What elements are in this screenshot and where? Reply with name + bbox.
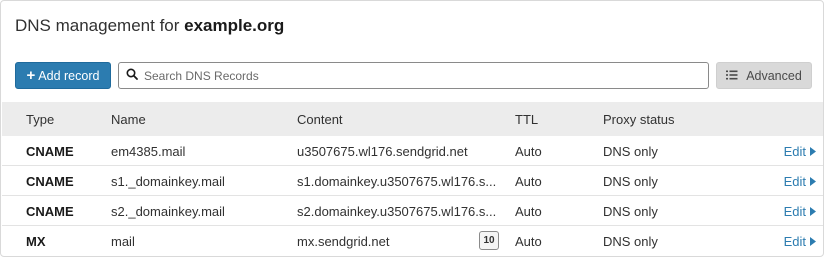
caret-right-icon xyxy=(810,204,816,219)
record-content: u3507675.wl176.sendgrid.net xyxy=(297,144,468,159)
caret-right-icon xyxy=(810,174,816,189)
col-content: Content xyxy=(297,112,343,127)
record-name: em4385.mail xyxy=(111,144,186,159)
title-prefix: DNS management for xyxy=(15,16,180,35)
search-input[interactable] xyxy=(144,68,684,83)
record-proxy-status: DNS only xyxy=(603,204,658,219)
record-content: mx.sendgrid.net xyxy=(297,234,390,249)
edit-label: Edit xyxy=(783,204,806,219)
record-type: MX xyxy=(26,234,46,249)
record-proxy-status: DNS only xyxy=(603,234,658,249)
record-name: mail xyxy=(111,234,135,249)
edit-link[interactable]: Edit xyxy=(784,144,816,159)
record-name: s1._domainkey.mail xyxy=(111,174,225,189)
edit-link[interactable]: Edit xyxy=(784,234,816,249)
mx-priority-badge: 10 xyxy=(479,231,499,250)
record-ttl: Auto xyxy=(515,234,542,249)
advanced-button[interactable]: Advanced xyxy=(716,62,812,89)
page-title: DNS management for example.org xyxy=(15,16,284,36)
col-name: Name xyxy=(111,112,146,127)
edit-link[interactable]: Edit xyxy=(784,204,816,219)
edit-label: Edit xyxy=(783,234,806,249)
record-proxy-status: DNS only xyxy=(603,144,658,159)
record-ttl: Auto xyxy=(515,144,542,159)
table-row: CNAME s1._domainkey.mail s1.domainkey.u3… xyxy=(2,166,823,196)
add-record-button[interactable]: + Add record xyxy=(15,62,111,89)
dns-panel: DNS management for example.org + Add rec… xyxy=(0,0,824,257)
col-type: Type xyxy=(26,112,55,127)
table-row: CNAME em4385.mail u3507675.wl176.sendgri… xyxy=(2,136,823,166)
record-content: s1.domainkey.u3507675.wl176.s... xyxy=(297,174,497,189)
caret-right-icon xyxy=(810,234,816,249)
record-type: CNAME xyxy=(26,144,74,159)
edit-link[interactable]: Edit xyxy=(784,174,816,189)
edit-label: Edit xyxy=(783,174,806,189)
record-content: s2.domainkey.u3507675.wl176.s... xyxy=(297,204,497,219)
search-icon xyxy=(126,67,138,85)
record-ttl: Auto xyxy=(515,174,542,189)
add-record-label: Add record xyxy=(38,68,100,83)
table-row: CNAME s2._domainkey.mail s2.domainkey.u3… xyxy=(2,196,823,226)
record-name: s2._domainkey.mail xyxy=(111,204,225,219)
plus-icon: + xyxy=(26,67,36,84)
caret-right-icon xyxy=(810,144,816,159)
edit-label: Edit xyxy=(783,144,806,159)
record-ttl: Auto xyxy=(515,204,542,219)
title-domain: example.org xyxy=(184,16,285,35)
list-icon xyxy=(726,69,738,83)
col-ttl: TTL xyxy=(515,112,539,127)
record-proxy-status: DNS only xyxy=(603,174,658,189)
table-row: MX mail mx.sendgrid.net 10 Auto DNS only… xyxy=(2,226,823,256)
record-type: CNAME xyxy=(26,204,74,219)
table-header: Type Name Content TTL Proxy status xyxy=(2,102,823,136)
record-type: CNAME xyxy=(26,174,74,189)
search-box[interactable] xyxy=(118,62,709,89)
col-proxy-status: Proxy status xyxy=(603,112,675,127)
advanced-label: Advanced xyxy=(746,68,802,83)
